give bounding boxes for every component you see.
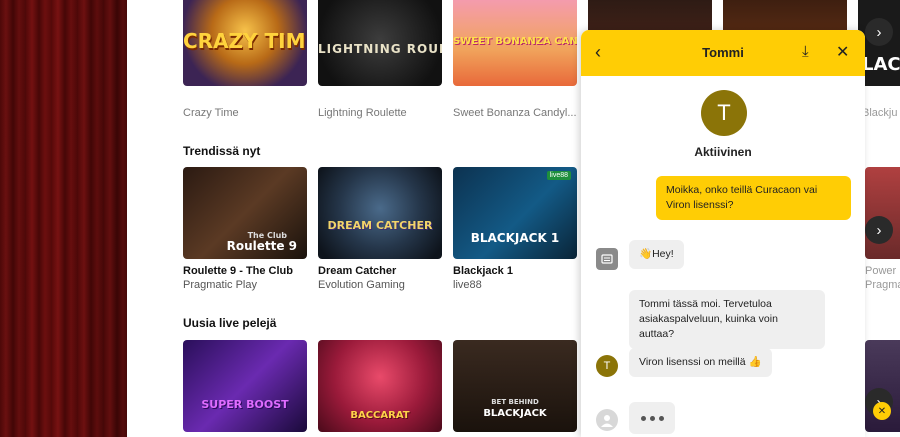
user-placeholder-icon [596,409,618,431]
bot-icon [601,254,613,264]
provider-badge: live88 [546,171,571,180]
game-card-roulette-9[interactable]: The Club Roulette 9 [183,167,307,259]
page-background-left [0,0,127,437]
game-card-blackjack-1[interactable]: live88 BLACKJACK 1 [453,167,577,259]
game-title[interactable]: Blackju [862,107,897,119]
agent-avatar: T [701,90,747,136]
game-art-text: BLACKJACK [483,408,547,419]
typing-dot [640,415,646,421]
game-art-text: LIGHTNING ROULETTE [318,42,442,56]
chat-close-fab-icon[interactable]: ✕ [873,402,891,420]
game-art-text: SWEET BONANZA CANDYLAND [453,36,577,47]
game-art-text: SUPER BOOST [201,398,289,411]
game-provider: Pragmatic Play [183,279,257,291]
game-art-text: BACCARAT [350,410,410,421]
game-card-sweet-bonanza[interactable]: SWEET BONANZA CANDYLAND [453,0,577,86]
game-title[interactable]: Roulette 9 - The Club [183,265,293,277]
download-icon[interactable]: ⤓ [802,43,809,60]
game-art-text: DREAM CATCHER [327,219,433,232]
game-card-bet-behind-blackjack[interactable]: BET BEHIND BLACKJACK [453,340,577,432]
game-card-lightning-roulette[interactable]: LIGHTNING ROULETTE [318,0,442,86]
game-card-baccarat[interactable]: BACCARAT [318,340,442,432]
game-art-text: Roulette 9 [226,239,297,253]
support-chat-panel: ‹ Tommi ⤓ ✕ T Aktiivinen Moikka, onko te… [581,30,865,437]
game-art-text: LAC [862,54,900,75]
chat-agent-name: Tommi [702,45,744,60]
typing-indicator [629,402,675,434]
typing-dot [649,415,655,421]
game-provider: Evolution Gaming [318,279,405,291]
game-card[interactable] [865,167,900,259]
chat-message-user: Moikka, onko teillä Curacaon vai Viron l… [656,176,851,220]
bot-avatar [596,248,618,270]
typing-dot [658,415,664,421]
agent-small-avatar: T [596,355,618,377]
game-provider: Pragmat [865,279,900,291]
game-art-text: BLACKJACK 1 [470,231,560,245]
game-title[interactable]: Sweet Bonanza Candyl... [453,107,577,119]
game-card-super-boost[interactable]: SUPER BOOST [183,340,307,432]
game-provider: live88 [453,279,482,291]
chat-header: ‹ Tommi ⤓ ✕ [581,30,865,76]
chevron-right-icon[interactable]: › [865,216,893,244]
game-title[interactable]: Blackjack 1 [453,265,513,277]
game-art-subtext: BET BEHIND [491,398,539,406]
chat-message-bot: 👋Hey! [629,240,684,269]
close-icon[interactable]: ✕ [836,42,849,62]
game-title[interactable]: Crazy Time [183,107,239,119]
section-title-trending: Trendissä nyt [183,144,261,158]
game-card-crazy-time[interactable]: CRAZY TIME [183,0,307,86]
game-title[interactable]: Lightning Roulette [318,107,407,119]
game-title[interactable]: Dream Catcher [318,265,396,277]
chevron-right-icon[interactable]: › [865,18,893,46]
section-title-new-live: Uusia live pelejä [183,316,277,330]
game-title[interactable]: Power U [865,265,900,277]
game-art-text: CRAZY TIME [183,29,307,53]
chat-message-agent: Viron lisenssi on meillä 👍 [629,348,772,377]
game-card-dream-catcher[interactable]: DREAM CATCHER [318,167,442,259]
agent-status: Aktiivinen [694,145,752,159]
chat-message-agent: Tommi tässä moi. Tervetuloa asiakaspalve… [629,290,825,349]
